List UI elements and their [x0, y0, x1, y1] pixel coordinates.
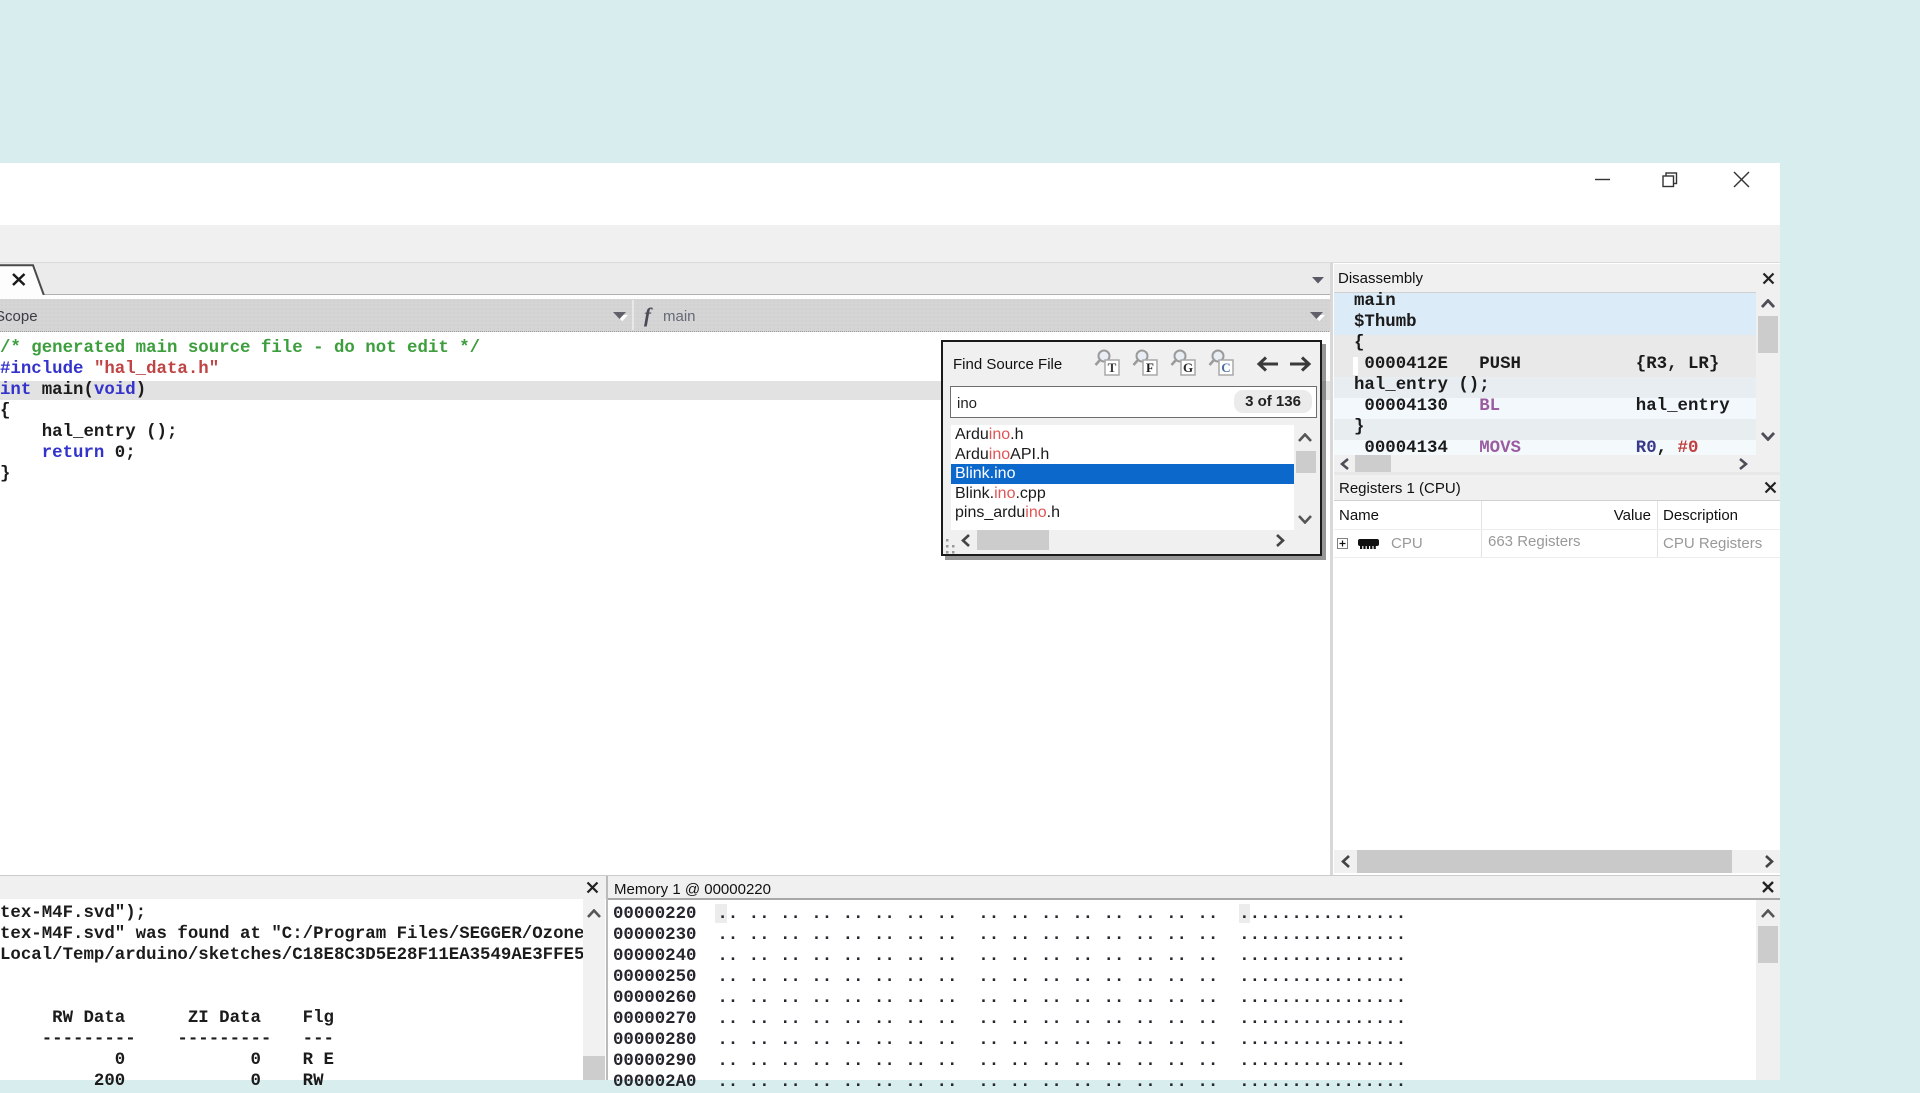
svg-text:T: T: [1108, 360, 1117, 375]
svg-text:G: G: [1183, 360, 1193, 375]
svg-text:C: C: [1221, 360, 1230, 375]
svg-text:F: F: [1146, 360, 1154, 375]
